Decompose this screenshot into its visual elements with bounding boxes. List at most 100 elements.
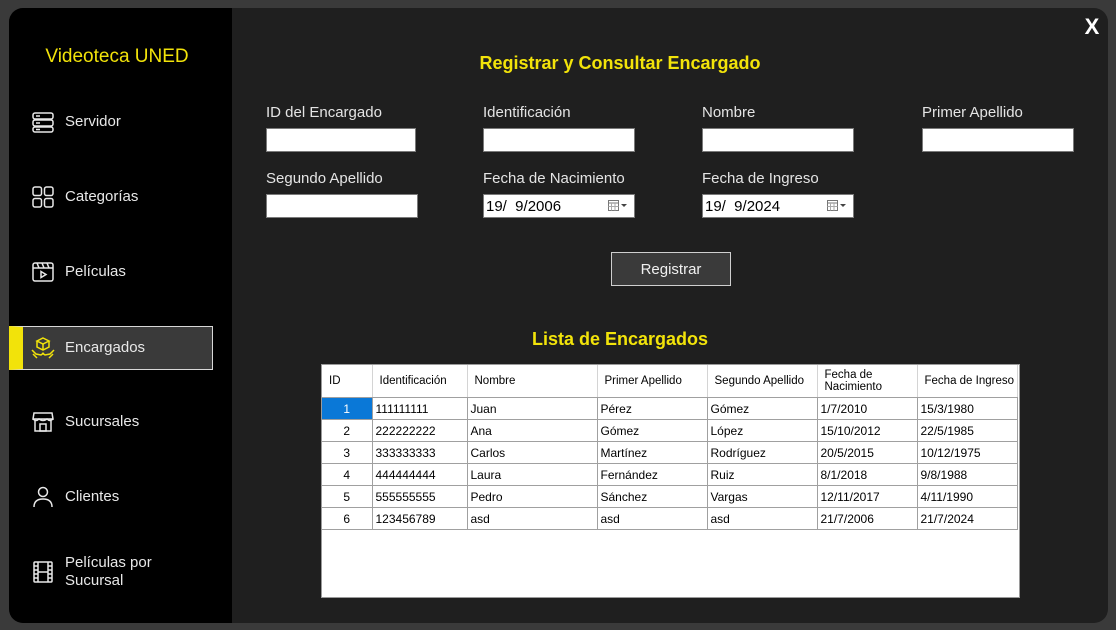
store-icon [31,410,55,434]
sidebar-item-label: Categorías [65,188,139,205]
table-cell[interactable]: 333333333 [372,441,468,464]
table-cell[interactable]: 555555555 [372,485,468,508]
sidebar-item-peliculas-por-sucursal[interactable]: Películas por Sucursal [9,550,213,594]
identificacion-input[interactable] [483,128,635,152]
table-row[interactable]: 4 444444444 Laura Fernández Ruiz 8/1/201… [322,463,1018,486]
fecha-ingreso-value: 19/ 9/2024 [705,198,781,215]
id-input[interactable] [266,128,416,152]
nombre-input[interactable] [702,128,854,152]
sidebar-item-label: Películas [65,263,126,280]
table-cell[interactable]: Rodríguez [707,441,818,464]
table-header-row: ID Identificación Nombre Primer Apellido… [322,365,1018,398]
server-icon [31,110,55,134]
column-header[interactable]: Fecha de Ingreso [917,365,1018,398]
table-row[interactable]: 3 333333333 Carlos Martínez Rodríguez 20… [322,441,1018,464]
film-strip-icon [31,560,55,584]
column-header[interactable]: ID [322,365,373,398]
table-cell[interactable]: 15/10/2012 [817,419,918,442]
sidebar-item-clientes[interactable]: Clientes [9,475,213,519]
app-window: Videoteca UNED Servidor Categorías Pelíc… [9,8,1108,623]
table-cell[interactable]: 10/12/1975 [917,441,1018,464]
sidebar-item-label: Clientes [65,488,120,505]
table-cell[interactable]: asd [707,507,818,530]
table-cell[interactable]: 3 [322,441,373,464]
table-cell[interactable]: Fernández [597,463,708,486]
table-cell[interactable]: 22/5/1985 [917,419,1018,442]
table-cell[interactable]: 9/8/1988 [917,463,1018,486]
fecha-nacimiento-label: Fecha de Nacimiento [483,170,625,187]
list-title: Lista de Encargados [531,329,709,349]
table-cell[interactable]: 21/7/2006 [817,507,918,530]
table-cell[interactable]: 222222222 [372,419,468,442]
column-header[interactable]: Segundo Apellido [707,365,818,398]
table-cell[interactable]: Carlos [467,441,598,464]
table-cell[interactable]: 5 [322,485,373,508]
table-cell[interactable]: asd [467,507,598,530]
sidebar-item-peliculas[interactable]: Películas [9,250,213,294]
sidebar-item-label: Servidor [65,113,121,130]
nombre-label: Nombre [702,104,756,121]
sidebar-item-label: Sucursales [65,413,140,430]
sidebar-item-categorias[interactable]: Categorías [9,175,213,219]
table-cell[interactable]: Sánchez [597,485,708,508]
sidebar-item-label: Películas por Sucursal [65,554,152,589]
table-cell[interactable]: Gómez [707,397,818,420]
table-cell[interactable]: 15/3/1980 [917,397,1018,420]
column-header[interactable]: Fecha de Nacimiento [817,365,918,398]
column-header[interactable]: Nombre [467,365,598,398]
table-cell[interactable]: 4/11/1990 [917,485,1018,508]
calendar-dropdown-icon[interactable] [827,200,847,213]
table-cell[interactable]: 12/11/2017 [817,485,918,508]
sidebar-item-sucursales[interactable]: Sucursales [9,400,213,444]
table-cell[interactable]: Vargas [707,485,818,508]
sidebar-item-encargados[interactable]: Encargados [9,326,213,370]
segundo-apellido-label: Segundo Apellido [266,170,383,187]
user-icon [31,485,55,509]
encargados-grid[interactable]: ID Identificación Nombre Primer Apellido… [321,364,1020,598]
fecha-nacimiento-picker[interactable]: 19/ 9/2006 [483,194,635,218]
table-row[interactable]: 5 555555555 Pedro Sánchez Vargas 12/11/2… [322,485,1018,508]
fecha-ingreso-label: Fecha de Ingreso [702,170,819,187]
column-header[interactable]: Identificación [372,365,468,398]
table-cell[interactable]: 6 [322,507,373,530]
table-cell[interactable]: Gómez [597,419,708,442]
table-cell[interactable]: Laura [467,463,598,486]
table-cell[interactable]: 1/7/2010 [817,397,918,420]
close-button[interactable]: X [1079,14,1105,40]
table-cell[interactable]: 20/5/2015 [817,441,918,464]
table-cell[interactable]: Pedro [467,485,598,508]
table-cell[interactable]: 444444444 [372,463,468,486]
primer-apellido-input[interactable] [922,128,1074,152]
table-cell[interactable]: 8/1/2018 [817,463,918,486]
table-cell[interactable]: Ruiz [707,463,818,486]
segundo-apellido-input[interactable] [266,194,418,218]
column-header[interactable]: Primer Apellido [597,365,708,398]
sidebar-item-servidor[interactable]: Servidor [9,100,213,144]
calendar-dropdown-icon[interactable] [608,200,628,213]
form-title: Registrar y Consultar Encargado [479,53,761,73]
id-label: ID del Encargado [266,104,382,121]
table-cell[interactable]: 123456789 [372,507,468,530]
table-cell[interactable]: 111111111 [372,397,468,420]
fecha-ingreso-picker[interactable]: 19/ 9/2024 [702,194,854,218]
table-row[interactable]: 2 222222222 Ana Gómez López 15/10/2012 2… [322,419,1018,442]
sidebar: Videoteca UNED Servidor Categorías Pelíc… [9,8,232,623]
table-cell[interactable]: 21/7/2024 [917,507,1018,530]
table-cell[interactable]: Juan [467,397,598,420]
primer-apellido-label: Primer Apellido [922,104,1023,121]
table-cell[interactable]: Martínez [597,441,708,464]
fecha-nacimiento-value: 19/ 9/2006 [486,198,562,215]
register-button[interactable]: Registrar [611,252,731,286]
identificacion-label: Identificación [483,104,571,121]
grid-icon [31,185,55,209]
table-cell[interactable]: 4 [322,463,373,486]
table-cell[interactable]: López [707,419,818,442]
table-cell[interactable]: asd [597,507,708,530]
table-cell[interactable]: 1 [322,397,373,420]
table-cell[interactable]: Pérez [597,397,708,420]
table-cell[interactable]: 2 [322,419,373,442]
table-row[interactable]: 1 111111111 Juan Pérez Gómez 1/7/2010 15… [322,397,1018,420]
app-title: Videoteca UNED [45,46,189,67]
table-row[interactable]: 6 123456789 asd asd asd 21/7/2006 21/7/2… [322,507,1018,530]
table-cell[interactable]: Ana [467,419,598,442]
